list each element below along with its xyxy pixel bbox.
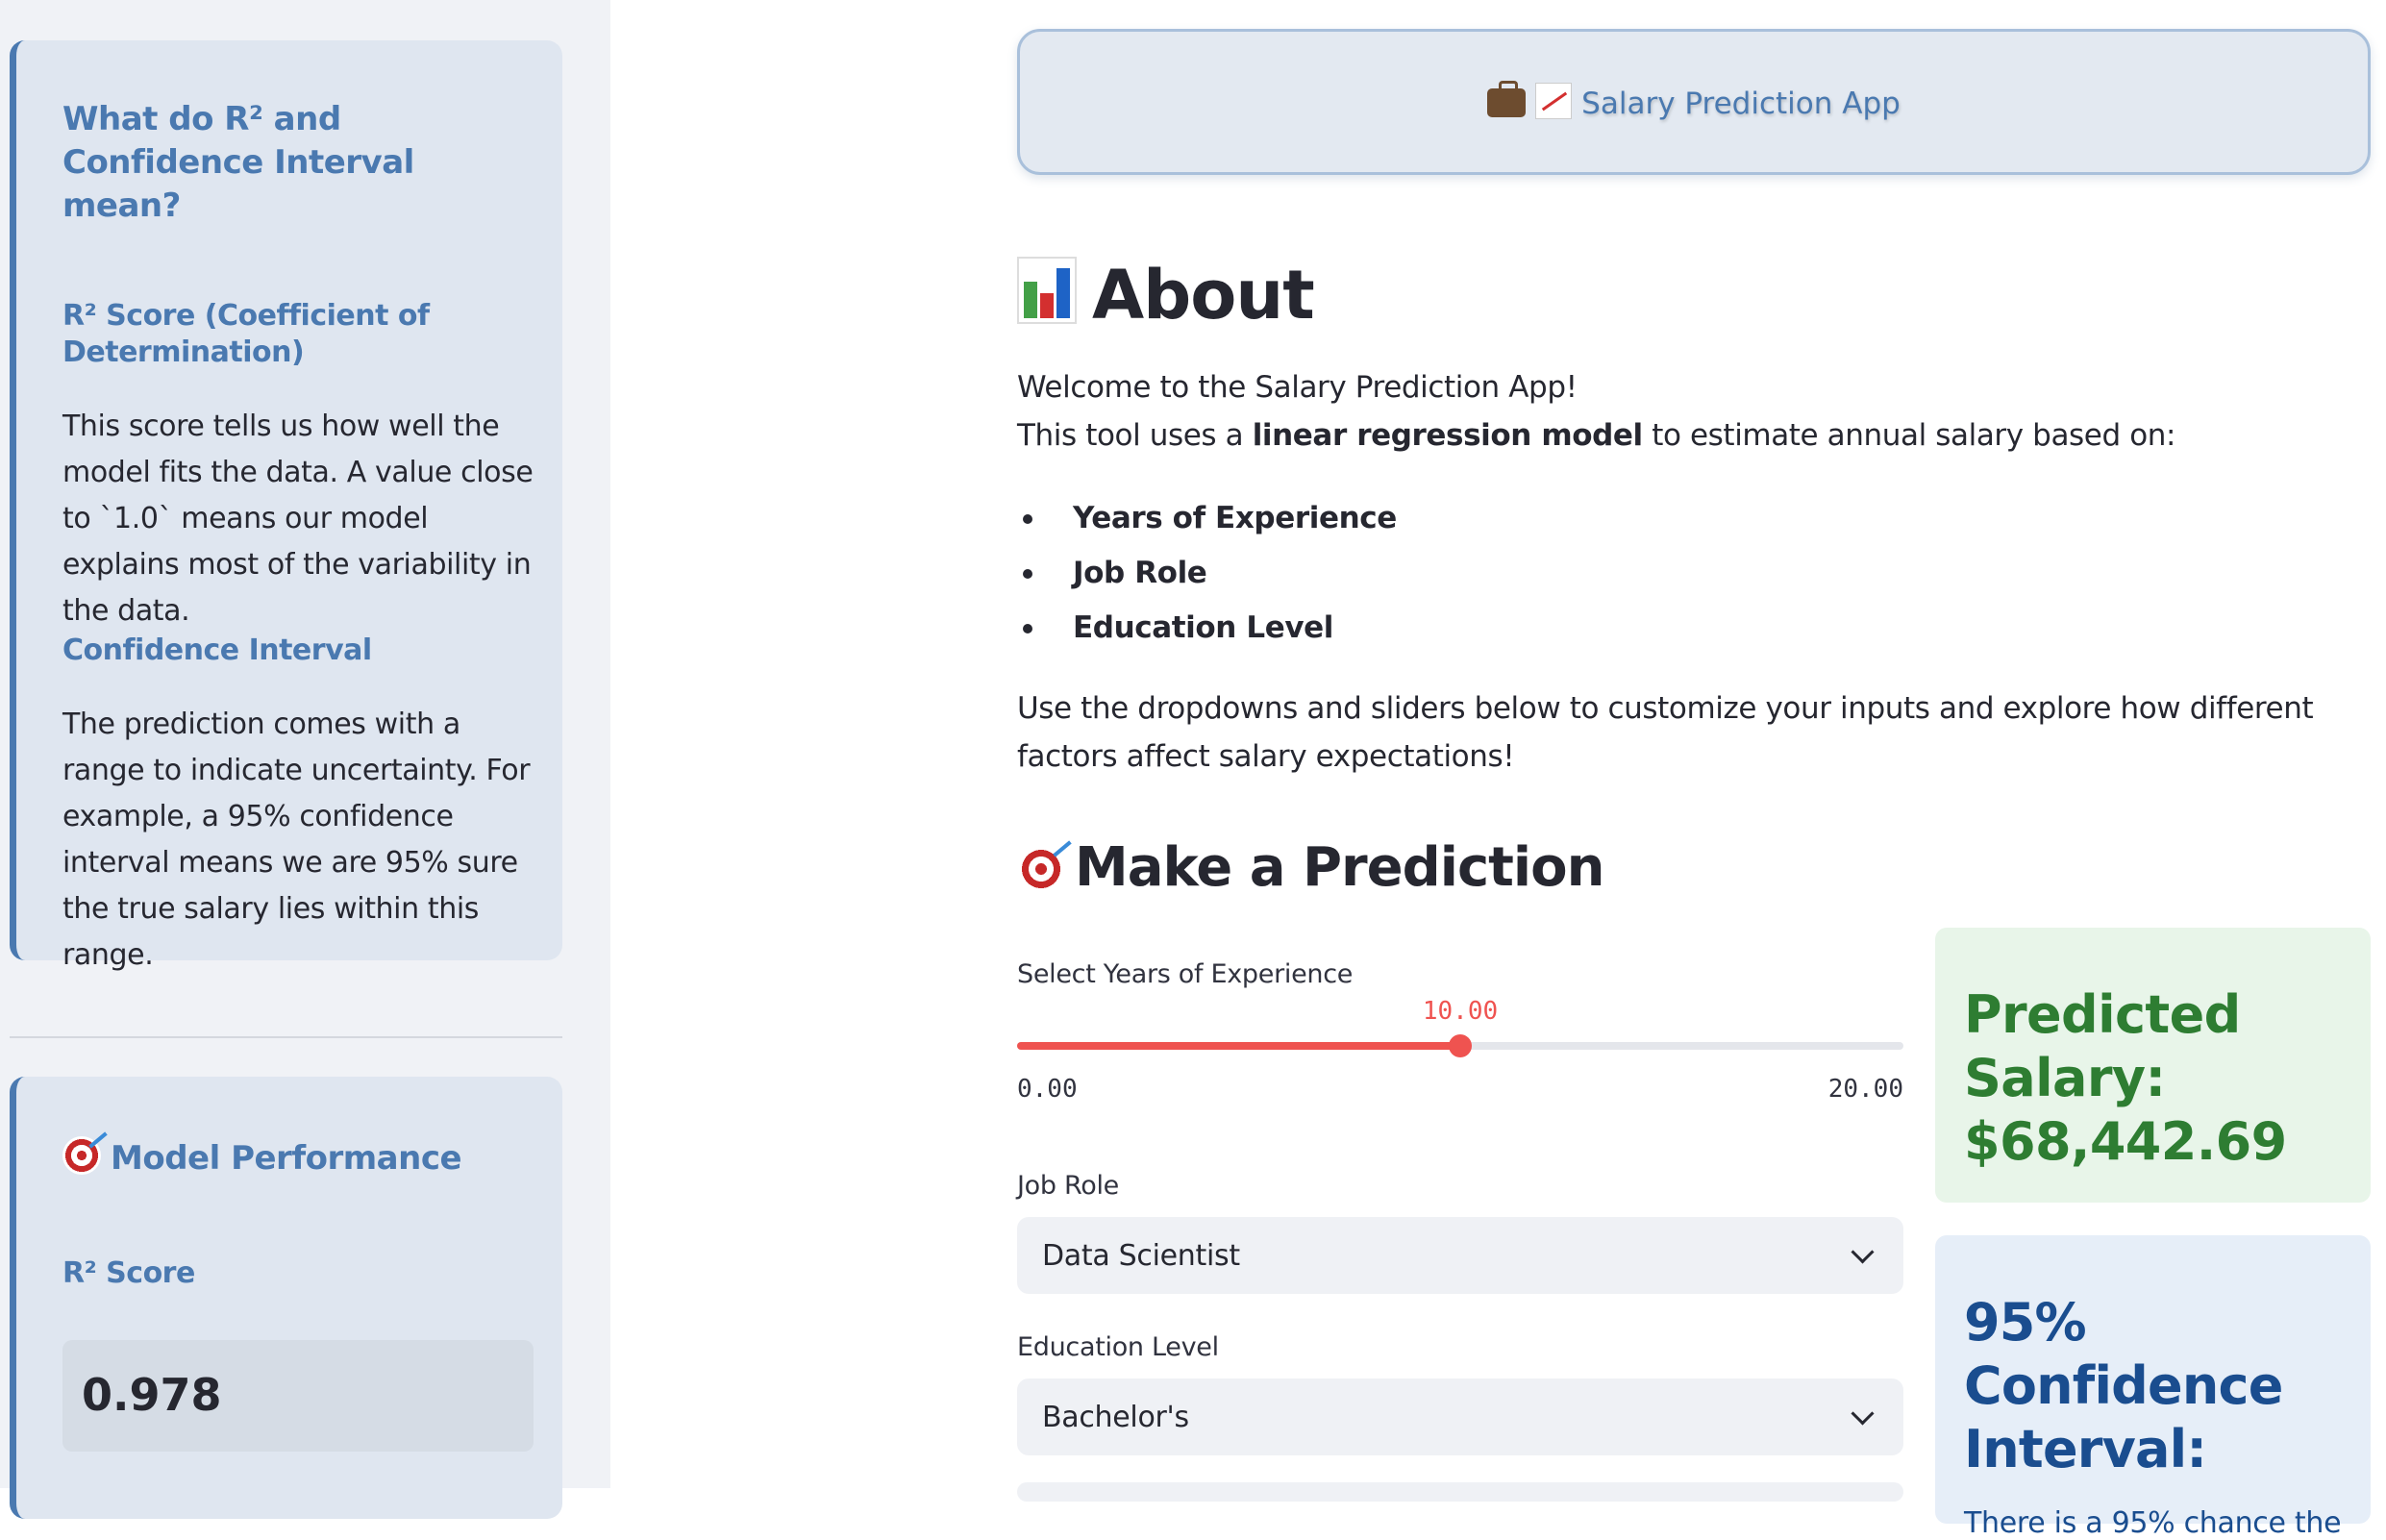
- app-header: Salary Prediction App: [1017, 29, 2371, 175]
- job-role-select[interactable]: Data Scientist: [1017, 1217, 1903, 1294]
- job-role-selected: Data Scientist: [1042, 1238, 1240, 1273]
- ci-description: The prediction comes with a range to ind…: [62, 708, 531, 972]
- experience-slider[interactable]: [1017, 1034, 1903, 1057]
- main-content: Salary Prediction App About Welcome to t…: [1017, 0, 2386, 1540]
- chart-increasing-icon: [1535, 83, 1573, 119]
- job-role-label: Job Role: [1017, 1171, 1119, 1201]
- list-item: Education Level: [1017, 605, 1397, 659]
- performance-title: Model Performance: [62, 1136, 462, 1180]
- list-item: Job Role: [1017, 550, 1397, 605]
- r2-metric-box: 0.978: [62, 1340, 534, 1452]
- confidence-interval-card: 95% Confidence Interval: There is a 95% …: [1935, 1235, 2371, 1540]
- target-icon: [62, 1136, 101, 1175]
- r2-heading: R² Score (Coefficient of Determination): [62, 299, 430, 369]
- chevron-down-icon: [1851, 1401, 1875, 1426]
- slider-max-label: 20.00: [1827, 1075, 1903, 1104]
- factor-list: Years of Experience Job Role Education L…: [1017, 495, 1397, 659]
- sidebar: What do R² and Confidence Interval mean?…: [0, 0, 610, 1519]
- instructions-text: Use the dropdowns and sliders below to c…: [1017, 691, 2314, 774]
- education-selected: Bachelor's: [1042, 1400, 1189, 1434]
- r2-metric-label: R² Score: [62, 1256, 195, 1290]
- list-item: Years of Experience: [1017, 495, 1397, 550]
- target-icon: [1017, 845, 1065, 893]
- education-select[interactable]: Bachelor's: [1017, 1379, 1903, 1455]
- app-title: Salary Prediction App: [1487, 81, 1901, 121]
- ci-heading: Confidence Interval: [62, 633, 372, 667]
- info-card: What do R² and Confidence Interval mean?…: [10, 40, 562, 972]
- predicted-salary-value: $68,442.69: [1964, 1111, 2287, 1172]
- slider-thumb[interactable]: [1449, 1034, 1472, 1057]
- next-input-peek[interactable]: [1017, 1482, 1903, 1502]
- predicted-salary-card: Predicted Salary: $68,442.69: [1935, 928, 2371, 1203]
- confidence-interval-title: 95% Confidence Interval:: [1964, 1292, 2283, 1479]
- predicted-salary-label: Predicted Salary:: [1964, 984, 2241, 1108]
- sidebar-divider: [10, 1036, 562, 1038]
- bar-chart-icon: [1017, 257, 1077, 324]
- info-card-title: What do R² and Confidence Interval mean?: [62, 100, 414, 225]
- slider-min-label: 0.00: [1017, 1075, 1078, 1104]
- r2-metric-value: 0.978: [82, 1369, 222, 1421]
- r2-description: This score tells us how well the model f…: [62, 410, 534, 628]
- briefcase-icon: [1487, 81, 1527, 117]
- performance-card: Model Performance R² Score 0.978: [10, 1077, 562, 1519]
- intro-text: This tool uses a linear regression model…: [1017, 418, 2176, 453]
- prediction-heading: Make a Prediction: [1017, 834, 1604, 902]
- education-label: Education Level: [1017, 1332, 1219, 1362]
- experience-label: Select Years of Experience: [1017, 959, 1354, 989]
- about-heading: About: [1017, 252, 1315, 338]
- confidence-interval-text: There is a 95% chance the: [1964, 1506, 2342, 1540]
- slider-current-value: 10.00: [1422, 997, 1499, 1026]
- slider-fill: [1017, 1042, 1460, 1050]
- chevron-down-icon: [1851, 1239, 1875, 1264]
- welcome-text: Welcome to the Salary Prediction App!: [1017, 370, 1578, 405]
